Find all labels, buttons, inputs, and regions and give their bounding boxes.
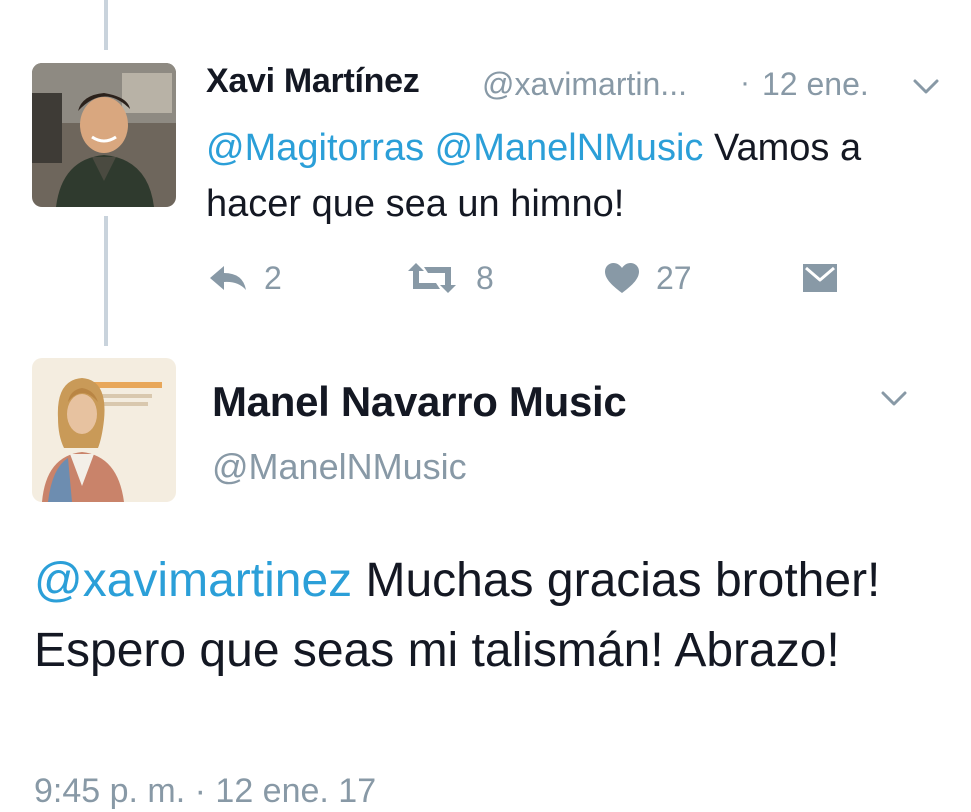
avatar-manel[interactable]	[32, 358, 176, 502]
reply-button[interactable]: 2	[208, 258, 282, 298]
retweet-icon	[408, 263, 456, 293]
tweet-timestamp[interactable]: 12 ene.	[762, 66, 869, 103]
reply-count: 2	[264, 259, 282, 296]
meta-separator: ·	[740, 66, 750, 99]
like-count: 27	[656, 259, 692, 296]
author-name[interactable]: Manel Navarro Music	[212, 378, 627, 426]
thread-connector-top	[104, 0, 108, 50]
reply-icon	[210, 266, 246, 290]
retweet-button[interactable]: 8	[404, 258, 494, 298]
mention-link[interactable]: @Magitorras	[206, 127, 424, 169]
heart-icon	[605, 263, 639, 293]
author-name[interactable]: Xavi Martínez	[206, 62, 420, 101]
mention-link[interactable]: @ManelNMusic	[435, 127, 704, 169]
tweet-timestamp[interactable]: 9:45 p. m. · 12 ene. 17	[34, 772, 376, 811]
chevron-down-icon[interactable]	[912, 78, 940, 96]
avatar-xavi[interactable]	[32, 63, 176, 207]
tweet-text: @Magitorras @ManelNMusic Vamos a hacer q…	[206, 120, 946, 232]
tweet-text: @xavimartinez Muchas gracias brother! Es…	[34, 546, 944, 686]
thread-connector	[104, 216, 108, 346]
envelope-icon	[803, 264, 837, 292]
direct-message-button[interactable]	[802, 258, 854, 298]
author-handle[interactable]: @ManelNMusic	[212, 446, 467, 488]
like-button[interactable]: 27	[604, 258, 692, 298]
chevron-down-icon[interactable]	[880, 390, 908, 408]
retweet-count: 8	[476, 259, 494, 296]
mention-link[interactable]: @xavimartinez	[34, 554, 352, 607]
author-handle[interactable]: @xavimartin...	[482, 66, 687, 103]
